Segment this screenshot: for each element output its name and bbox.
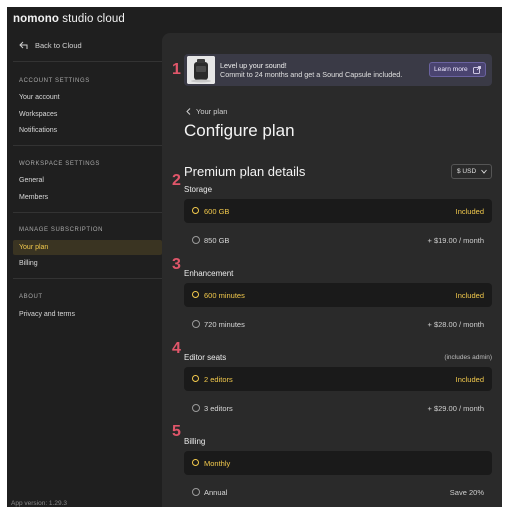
divider bbox=[13, 278, 162, 279]
sidebar: Back to Cloud ACCOUNT SETTINGS Your acco… bbox=[7, 33, 162, 507]
radio-selected bbox=[192, 207, 199, 214]
learn-more-button[interactable]: Learn more bbox=[429, 62, 486, 77]
promo-body: Commit to 24 months and get a Sound Caps… bbox=[220, 70, 403, 79]
divider bbox=[13, 145, 162, 146]
breadcrumb[interactable]: Your plan bbox=[186, 107, 227, 116]
sidebar-item-notifications[interactable]: Notifications bbox=[13, 123, 162, 138]
sidebar-item-your-account[interactable]: Your account bbox=[13, 90, 162, 105]
divider bbox=[13, 212, 162, 213]
annotation-number-5: 5 bbox=[172, 423, 181, 440]
sidebar-item-members[interactable]: Members bbox=[13, 190, 162, 205]
includes-admin-note: (includes admin) bbox=[444, 354, 492, 361]
radio-unselected bbox=[192, 236, 200, 244]
radio-unselected bbox=[192, 488, 200, 496]
radio-selected bbox=[192, 291, 199, 298]
option-billing-monthly[interactable]: Monthly bbox=[184, 451, 492, 475]
app-window: nomono studio cloud Back to Cloud ACCOUN… bbox=[7, 7, 502, 507]
option-enhancement-720min[interactable]: 720 minutes + $28.00 / month bbox=[184, 312, 492, 336]
option-enhancement-600min[interactable]: 600 minutes Included bbox=[184, 283, 492, 307]
section-heading-subscription: MANAGE SUBSCRIPTION bbox=[19, 227, 104, 233]
option-seats-3[interactable]: 3 editors + $29.00 / month bbox=[184, 396, 492, 420]
section-heading-about: ABOUT bbox=[19, 294, 43, 300]
app-version: App version: 1.29.3 bbox=[11, 500, 68, 507]
top-bar: nomono studio cloud bbox=[7, 7, 502, 33]
radio-selected bbox=[192, 459, 199, 466]
promo-title: Level up your sound! bbox=[220, 61, 287, 70]
radio-unselected bbox=[192, 404, 200, 412]
currency-select[interactable]: $ USD bbox=[451, 164, 492, 179]
section-label-storage: Storage bbox=[184, 185, 213, 194]
divider bbox=[13, 61, 162, 62]
radio-selected bbox=[192, 375, 199, 382]
option-storage-850gb[interactable]: 850 GB + $19.00 / month bbox=[184, 228, 492, 252]
chevron-left-icon bbox=[186, 108, 191, 115]
annotation-number-2: 2 bbox=[172, 172, 181, 189]
brand-logo: nomono studio cloud bbox=[13, 13, 125, 25]
back-to-cloud-link[interactable]: Back to Cloud bbox=[19, 41, 82, 50]
option-billing-annual[interactable]: Annual Save 20% bbox=[184, 480, 492, 504]
annotation-number-1: 1 bbox=[172, 61, 181, 78]
sidebar-item-your-plan[interactable]: Your plan bbox=[13, 240, 162, 255]
annotation-number-4: 4 bbox=[172, 340, 181, 357]
back-arrow-icon bbox=[19, 41, 28, 49]
section-label-enhancement: Enhancement bbox=[184, 269, 234, 278]
sidebar-item-privacy[interactable]: Privacy and terms bbox=[13, 307, 162, 322]
sidebar-item-general[interactable]: General bbox=[13, 173, 162, 188]
section-label-editor-seats: Editor seats bbox=[184, 353, 227, 362]
chevron-down-icon bbox=[481, 169, 487, 174]
plan-details-title: Premium plan details bbox=[184, 164, 306, 179]
section-label-billing: Billing bbox=[184, 437, 206, 446]
annotation-number-3: 3 bbox=[172, 256, 181, 273]
external-link-icon bbox=[473, 66, 481, 74]
page-title: Configure plan bbox=[184, 121, 295, 140]
sound-capsule-image bbox=[187, 56, 215, 84]
sidebar-item-workspaces[interactable]: Workspaces bbox=[13, 107, 162, 122]
section-heading-account: ACCOUNT SETTINGS bbox=[19, 78, 90, 84]
promo-banner: Level up your sound! Commit to 24 months… bbox=[184, 54, 492, 86]
option-storage-600gb[interactable]: 600 GB Included bbox=[184, 199, 492, 223]
section-heading-workspace: WORKSPACE SETTINGS bbox=[19, 161, 101, 167]
radio-unselected bbox=[192, 320, 200, 328]
main-panel: Level up your sound! Commit to 24 months… bbox=[162, 33, 502, 507]
option-seats-2[interactable]: 2 editors Included bbox=[184, 367, 492, 391]
sidebar-item-billing[interactable]: Billing bbox=[13, 256, 162, 271]
